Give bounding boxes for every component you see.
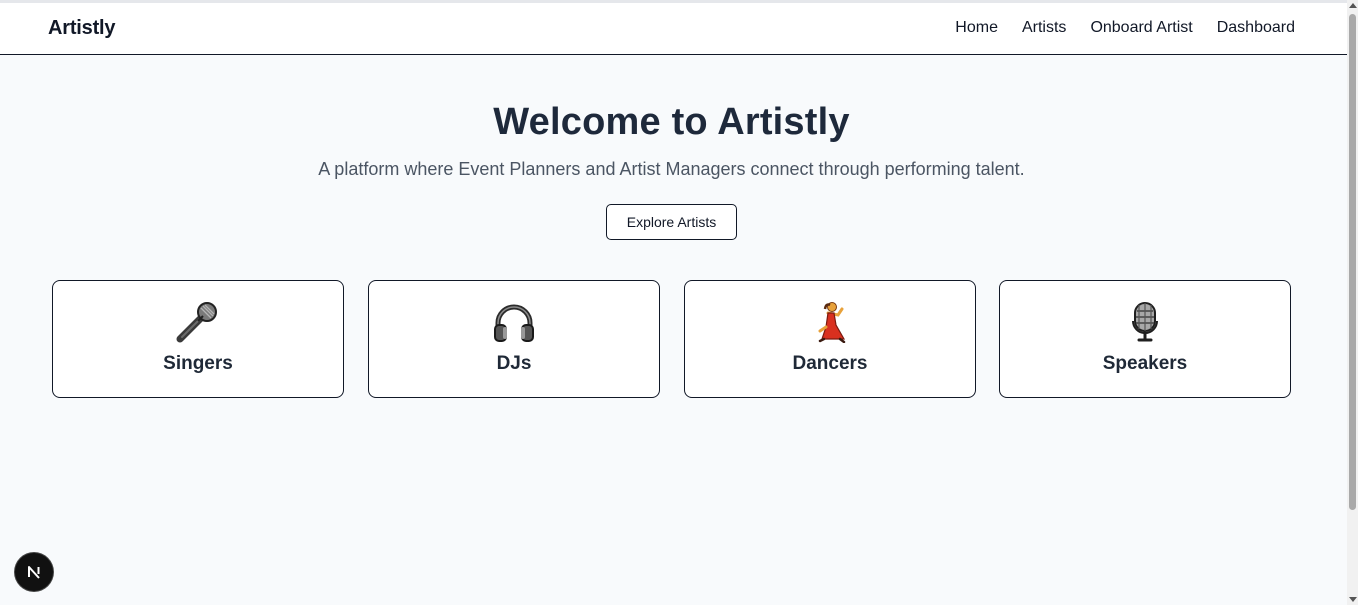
hero-title: Welcome to Artistly [493, 101, 850, 143]
scrollbar-thumb[interactable] [1349, 14, 1356, 510]
nav-onboard-artist[interactable]: Onboard Artist [1090, 19, 1192, 37]
category-label: Singers [163, 353, 233, 374]
category-card-singers[interactable]: Singers [52, 280, 344, 398]
nav-home[interactable]: Home [955, 19, 998, 37]
main-nav: Home Artists Onboard Artist Dashboard [955, 19, 1295, 37]
category-label: Dancers [792, 353, 868, 374]
dancer-icon [685, 301, 975, 343]
category-card-speakers[interactable]: Speakers [999, 280, 1291, 398]
scroll-down-arrow-icon[interactable] [1349, 597, 1357, 602]
site-header: Artistly Home Artists Onboard Artist Das… [0, 3, 1347, 55]
category-card-djs[interactable]: DJs [368, 280, 660, 398]
nav-dashboard[interactable]: Dashboard [1217, 19, 1295, 37]
category-label: Speakers [1102, 353, 1188, 374]
scroll-up-arrow-icon[interactable] [1349, 3, 1357, 8]
category-card-dancers[interactable]: Dancers [684, 280, 976, 398]
category-label: DJs [496, 353, 532, 374]
brand-logo[interactable]: Artistly [48, 17, 116, 40]
nav-artists[interactable]: Artists [1022, 19, 1066, 37]
explore-artists-button[interactable]: Explore Artists [606, 204, 737, 240]
microphone-icon [53, 301, 343, 343]
headphones-icon [369, 301, 659, 343]
studio-microphone-icon [1000, 301, 1290, 343]
nextjs-icon[interactable] [15, 553, 53, 591]
hero-subtitle: A platform where Event Planners and Arti… [318, 159, 1025, 179]
page: Artistly Home Artists Onboard Artist Das… [0, 0, 1347, 605]
vertical-scrollbar[interactable] [1347, 0, 1358, 605]
